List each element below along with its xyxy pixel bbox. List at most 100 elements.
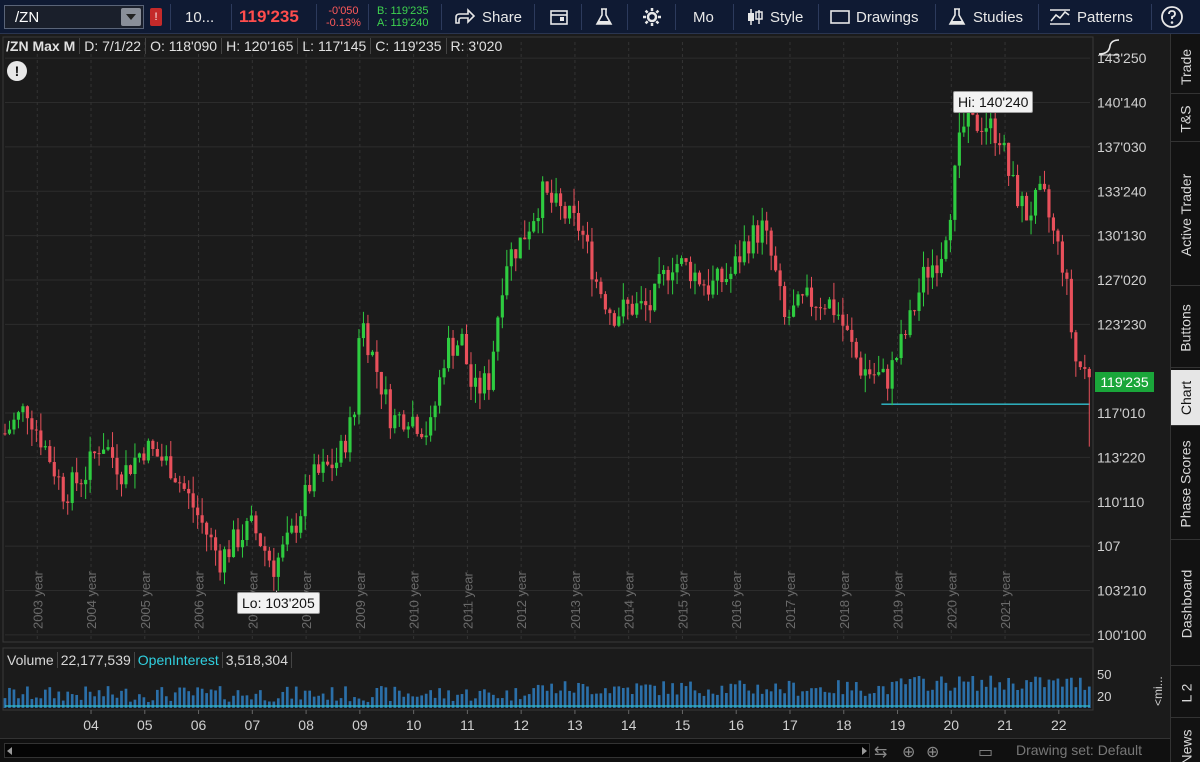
help-button[interactable] bbox=[1160, 0, 1184, 34]
symbol-dropdown-icon[interactable] bbox=[121, 8, 141, 26]
sidebar-tab-label: Active Trader bbox=[1178, 173, 1195, 256]
candle-body bbox=[1029, 215, 1033, 221]
candle-body bbox=[729, 273, 733, 279]
volume-bar bbox=[308, 690, 312, 708]
sidebar-tab-chart[interactable]: Chart bbox=[1171, 370, 1200, 426]
candle-body bbox=[393, 415, 397, 429]
style-button[interactable]: Style bbox=[746, 0, 803, 34]
sidebar-tab-news[interactable]: News bbox=[1171, 720, 1200, 762]
horizontal-scrollbar[interactable] bbox=[4, 743, 870, 758]
flask-button[interactable] bbox=[594, 0, 614, 34]
studies-button[interactable]: Studies bbox=[947, 0, 1023, 34]
candle-body bbox=[420, 433, 424, 438]
volume-bar bbox=[756, 684, 760, 708]
candle-body bbox=[7, 429, 12, 434]
volume-bar bbox=[890, 681, 894, 708]
volume-bar bbox=[1034, 676, 1037, 708]
candle-body bbox=[769, 230, 773, 256]
share-button[interactable]: Share bbox=[454, 0, 522, 34]
period-dropdown[interactable]: Mo bbox=[693, 0, 714, 34]
volume-bar bbox=[272, 701, 276, 708]
candle-body bbox=[630, 303, 634, 315]
volume-bar bbox=[877, 685, 881, 708]
top-toolbar: /ZN ! 10... 119'235 -0'050 -0.13% B: 119… bbox=[0, 0, 1200, 34]
candle-body bbox=[231, 529, 236, 558]
candle-body bbox=[554, 193, 558, 203]
candle-body bbox=[787, 316, 791, 318]
candle-body bbox=[218, 550, 222, 573]
chart-panel[interactable]: 2003 year 2004 year 2005 year 2006 year 20 07… bbox=[0, 34, 1170, 740]
sidebar-tab-active-trader[interactable]: Active Trader bbox=[1171, 144, 1200, 286]
volume-bar bbox=[200, 688, 204, 708]
sidebar-tab-trade[interactable]: Trade bbox=[1171, 40, 1200, 94]
sidebar-tab-buttons[interactable]: Buttons bbox=[1171, 288, 1200, 368]
candle-body bbox=[975, 114, 979, 131]
candle-body bbox=[756, 225, 760, 243]
volume-bar bbox=[993, 687, 997, 708]
year-label: 2016 year bbox=[729, 571, 744, 629]
chart-type-curve-icon[interactable] bbox=[1098, 38, 1120, 56]
year-label: 2012 year bbox=[514, 571, 529, 629]
drawing-set-label[interactable]: Drawing set: Default bbox=[1016, 742, 1142, 758]
high-callout: Hi: 140'240 bbox=[953, 91, 1034, 113]
volume-bar bbox=[209, 689, 213, 708]
candle-body bbox=[935, 265, 939, 274]
zoom-icon[interactable]: ⊕ bbox=[926, 742, 939, 762]
candle-body bbox=[679, 258, 684, 264]
sidebar-tab-l-2[interactable]: L 2 bbox=[1171, 668, 1200, 718]
sidebar-tab-label: Buttons bbox=[1178, 303, 1195, 352]
patterns-button[interactable]: Patterns bbox=[1049, 0, 1133, 34]
volume-bar bbox=[344, 686, 347, 708]
candle-body bbox=[258, 533, 262, 547]
price-chart[interactable]: 2003 year 2004 year 2005 year 2006 year 20 07… bbox=[0, 34, 1170, 740]
candle-body bbox=[290, 525, 294, 533]
alert-badge[interactable]: ! bbox=[150, 8, 162, 26]
drawings-button[interactable]: Drawings bbox=[830, 0, 919, 34]
crosshair-icon[interactable]: ⊕ bbox=[902, 742, 915, 762]
candle-body bbox=[1038, 183, 1042, 190]
candle-body bbox=[388, 389, 392, 429]
candle-body bbox=[469, 364, 473, 387]
candle-body bbox=[832, 299, 836, 316]
toolbar-divider bbox=[1038, 4, 1039, 30]
symbol-input[interactable]: /ZN bbox=[4, 5, 144, 29]
volume-bar bbox=[989, 675, 993, 708]
volume-bar bbox=[196, 687, 200, 708]
calendar-button[interactable] bbox=[549, 0, 569, 34]
sidebar-tab-phase-scores[interactable]: Phase Scores bbox=[1171, 428, 1200, 540]
volume-bar bbox=[1056, 678, 1060, 708]
candle-body bbox=[160, 456, 164, 461]
flask-icon bbox=[948, 8, 966, 25]
candle-body bbox=[402, 414, 406, 430]
drawing-set-icon[interactable]: ▭ bbox=[978, 742, 993, 762]
volume-bar bbox=[97, 690, 101, 708]
candle-body bbox=[886, 368, 890, 389]
volume-bar bbox=[837, 680, 840, 708]
period-label: Mo bbox=[693, 8, 714, 26]
volume-bar bbox=[214, 690, 217, 708]
volume-bar bbox=[984, 686, 988, 708]
volume-bar bbox=[895, 681, 898, 708]
year-label: 2020 year bbox=[944, 571, 959, 629]
candle-body bbox=[608, 309, 612, 314]
candle-body bbox=[527, 231, 531, 240]
candle-body bbox=[693, 272, 697, 282]
candle-body bbox=[827, 299, 831, 309]
expand-icon[interactable]: ⇆ bbox=[874, 742, 887, 762]
settings-button[interactable] bbox=[642, 0, 662, 34]
volume-bar bbox=[30, 698, 34, 708]
volume-bar bbox=[12, 689, 16, 708]
toolbar-divider bbox=[534, 4, 535, 30]
candle-body bbox=[249, 515, 253, 522]
x-tick-label: 11 bbox=[460, 717, 475, 733]
sidebar-tab-dashboard[interactable]: Dashboard bbox=[1171, 542, 1200, 666]
quantity-field[interactable]: 10... bbox=[185, 0, 214, 34]
sidebar-tab-t-s[interactable]: T&S bbox=[1171, 96, 1200, 142]
candle-body bbox=[702, 284, 706, 286]
candle-body bbox=[818, 307, 823, 309]
drawings-label: Drawings bbox=[856, 8, 919, 26]
last-price-marker: 119'235 bbox=[1095, 372, 1154, 392]
candle-body bbox=[263, 546, 267, 551]
warning-icon[interactable]: ! bbox=[7, 61, 27, 81]
volume-bar bbox=[581, 683, 585, 708]
